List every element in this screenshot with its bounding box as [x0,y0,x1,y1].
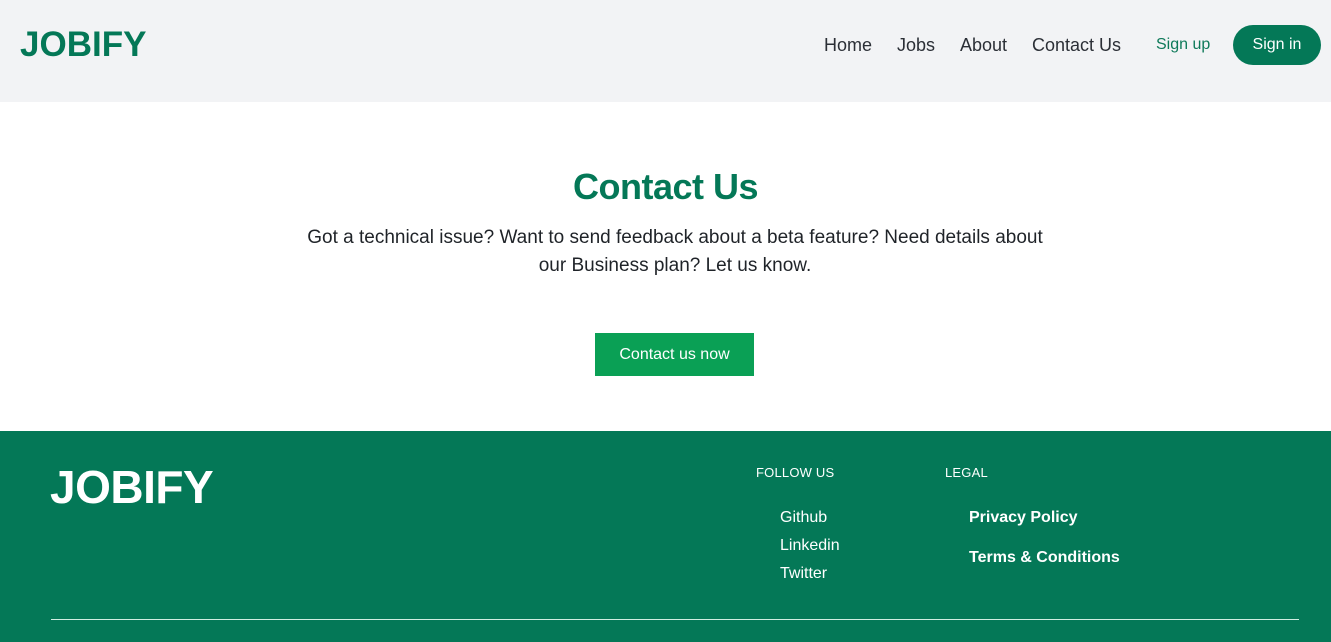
contact-description: Got a technical issue? Want to send feed… [307,227,1043,276]
footer-brand-logo[interactable]: JOBIFY [50,461,214,513]
twitter-link[interactable]: Twitter [780,563,827,585]
privacy-policy-link[interactable]: Privacy Policy [969,507,1078,529]
site-footer: JOBIFY FOLLOW US Github Linkedin Twitter… [0,431,1331,642]
page-title: Contact Us [572,166,759,207]
terms-conditions-link[interactable]: Terms & Conditions [969,547,1120,569]
top-navbar: JOBIFY Home Jobs About Contact Us Sign u… [0,0,1331,102]
nav-jobs-link[interactable]: Jobs [897,33,935,57]
github-link[interactable]: Github [780,507,827,529]
contact-us-now-button[interactable]: Contact us now [595,333,754,376]
nav-about-link[interactable]: About [960,33,1007,57]
legal-heading: LEGAL [945,465,988,480]
nav-home-link[interactable]: Home [824,33,872,57]
footer-divider [51,619,1299,620]
nav-contact-link[interactable]: Contact Us [1032,33,1121,57]
main-nav: Home Jobs About Contact Us [0,33,1331,57]
sign-in-button[interactable]: Sign in [1233,25,1321,65]
linkedin-link[interactable]: Linkedin [780,535,840,557]
follow-us-heading: FOLLOW US [756,465,835,480]
sign-up-link[interactable]: Sign up [1156,34,1210,56]
